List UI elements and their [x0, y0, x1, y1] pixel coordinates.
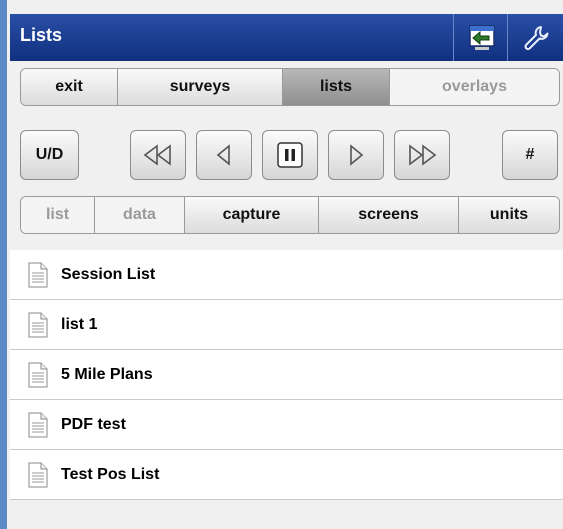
- pause-button[interactable]: [262, 130, 318, 180]
- tab-overlays[interactable]: overlays: [390, 69, 559, 105]
- list-item-label: PDF test: [61, 415, 126, 433]
- document-icon: [28, 412, 48, 437]
- page-title: Lists: [20, 25, 63, 45]
- tab-data[interactable]: data: [95, 197, 185, 233]
- play-button[interactable]: [328, 130, 384, 180]
- list-item[interactable]: Session List: [10, 250, 563, 300]
- tab-capture[interactable]: capture: [185, 197, 319, 233]
- tab-screens[interactable]: screens: [319, 197, 459, 233]
- number-button[interactable]: #: [502, 130, 558, 180]
- list-item-label: Session List: [61, 265, 156, 283]
- ud-button[interactable]: U/D: [20, 130, 79, 180]
- document-icon: [28, 262, 48, 287]
- document-icon: [28, 362, 48, 387]
- import-button[interactable]: [453, 14, 509, 61]
- tab-lists[interactable]: lists: [283, 69, 390, 105]
- tab-exit[interactable]: exit: [21, 69, 118, 105]
- list-item-label: list 1: [61, 315, 98, 333]
- fast-forward-icon: [409, 144, 437, 166]
- lists-list: Session List list 1 5 Mile Plans PDF tes…: [10, 250, 563, 500]
- tab-units[interactable]: units: [459, 197, 559, 233]
- step-back-icon: [216, 144, 230, 166]
- title-bar: Lists: [10, 14, 563, 61]
- document-icon: [28, 312, 48, 337]
- fast-rewind-icon: [143, 144, 171, 166]
- sub-nav: list data capture screens units: [20, 196, 560, 234]
- window-edge: [0, 0, 7, 529]
- step-back-button[interactable]: [196, 130, 252, 180]
- fast-forward-button[interactable]: [394, 130, 450, 180]
- main-nav: exit surveys lists overlays: [20, 68, 560, 106]
- list-item-label: 5 Mile Plans: [61, 365, 153, 383]
- play-icon: [350, 144, 364, 166]
- pause-icon: [277, 142, 303, 168]
- list-item[interactable]: Test Pos List: [10, 450, 563, 500]
- tab-surveys[interactable]: surveys: [118, 69, 283, 105]
- settings-button[interactable]: [507, 14, 563, 61]
- list-item[interactable]: 5 Mile Plans: [10, 350, 563, 400]
- list-item-label: Test Pos List: [61, 465, 160, 483]
- tab-list[interactable]: list: [21, 197, 95, 233]
- list-item[interactable]: PDF test: [10, 400, 563, 450]
- list-item[interactable]: list 1: [10, 300, 563, 350]
- document-icon: [28, 462, 48, 487]
- import-icon: [468, 24, 495, 50]
- wrench-icon: [524, 25, 548, 50]
- fast-rewind-button[interactable]: [130, 130, 186, 180]
